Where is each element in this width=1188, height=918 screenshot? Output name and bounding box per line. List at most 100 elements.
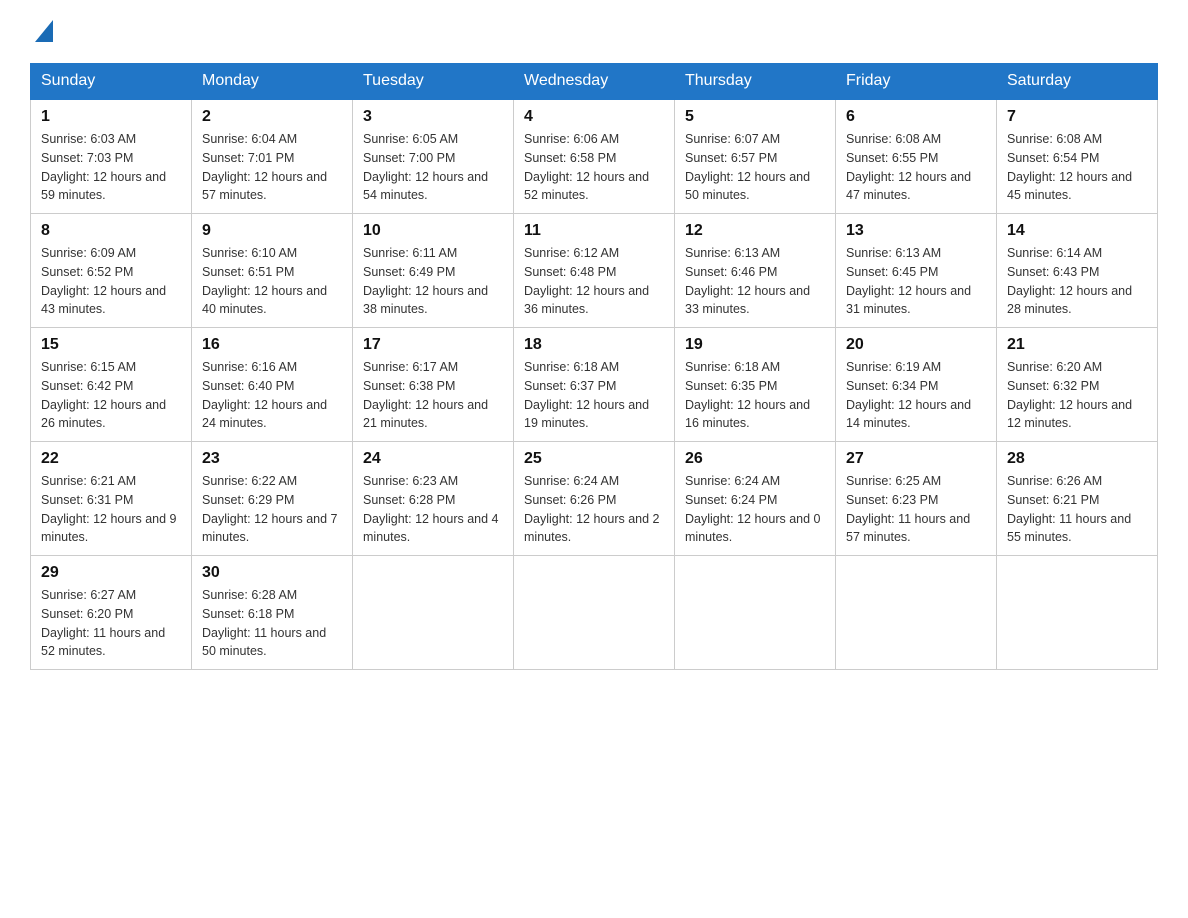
day-info: Sunrise: 6:24 AMSunset: 6:26 PMDaylight:… [524,472,664,547]
calendar-cell: 22 Sunrise: 6:21 AMSunset: 6:31 PMDayligh… [31,442,192,556]
day-number: 19 [685,336,825,354]
calendar-cell: 29 Sunrise: 6:27 AMSunset: 6:20 PMDayligh… [31,556,192,670]
day-info: Sunrise: 6:24 AMSunset: 6:24 PMDaylight:… [685,472,825,547]
day-number: 17 [363,336,503,354]
day-info: Sunrise: 6:03 AMSunset: 7:03 PMDaylight:… [41,130,181,205]
day-info: Sunrise: 6:20 AMSunset: 6:32 PMDaylight:… [1007,358,1147,433]
day-header-thursday: Thursday [675,64,836,100]
day-header-saturday: Saturday [997,64,1158,100]
day-number: 21 [1007,336,1147,354]
day-info: Sunrise: 6:26 AMSunset: 6:21 PMDaylight:… [1007,472,1147,547]
day-info: Sunrise: 6:18 AMSunset: 6:35 PMDaylight:… [685,358,825,433]
day-info: Sunrise: 6:04 AMSunset: 7:01 PMDaylight:… [202,130,342,205]
day-number: 24 [363,450,503,468]
day-number: 5 [685,108,825,126]
day-info: Sunrise: 6:06 AMSunset: 6:58 PMDaylight:… [524,130,664,205]
day-number: 4 [524,108,664,126]
day-info: Sunrise: 6:19 AMSunset: 6:34 PMDaylight:… [846,358,986,433]
calendar-cell: 9 Sunrise: 6:10 AMSunset: 6:51 PMDaylight… [192,214,353,328]
day-info: Sunrise: 6:09 AMSunset: 6:52 PMDaylight:… [41,244,181,319]
calendar-cell: 26 Sunrise: 6:24 AMSunset: 6:24 PMDayligh… [675,442,836,556]
calendar-cell: 8 Sunrise: 6:09 AMSunset: 6:52 PMDaylight… [31,214,192,328]
day-number: 3 [363,108,503,126]
day-number: 20 [846,336,986,354]
day-number: 16 [202,336,342,354]
calendar-cell: 6Sunrise: 6:08 AMSunset: 6:55 PMDaylight… [836,99,997,214]
calendar-cell: 25 Sunrise: 6:24 AMSunset: 6:26 PMDayligh… [514,442,675,556]
calendar-cell: 15 Sunrise: 6:15 AMSunset: 6:42 PMDayligh… [31,328,192,442]
calendar-cell [353,556,514,670]
day-info: Sunrise: 6:17 AMSunset: 6:38 PMDaylight:… [363,358,503,433]
calendar-cell: 21 Sunrise: 6:20 AMSunset: 6:32 PMDayligh… [997,328,1158,442]
calendar-cell: 3 Sunrise: 6:05 AMSunset: 7:00 PMDaylight… [353,99,514,214]
calendar-cell: 28 Sunrise: 6:26 AMSunset: 6:21 PMDayligh… [997,442,1158,556]
calendar-cell: 2 Sunrise: 6:04 AMSunset: 7:01 PMDaylight… [192,99,353,214]
day-number: 2 [202,108,342,126]
calendar-cell: 13 Sunrise: 6:13 AMSunset: 6:45 PMDayligh… [836,214,997,328]
day-info: Sunrise: 6:13 AMSunset: 6:45 PMDaylight:… [846,244,986,319]
logo [30,20,62,47]
day-header-row: SundayMondayTuesdayWednesdayThursdayFrid… [31,64,1158,100]
day-info: Sunrise: 6:25 AMSunset: 6:23 PMDaylight:… [846,472,986,547]
day-number: 12 [685,222,825,240]
calendar-cell [675,556,836,670]
day-number: 18 [524,336,664,354]
calendar-cell: 5 Sunrise: 6:07 AMSunset: 6:57 PMDaylight… [675,99,836,214]
calendar-cell: 4 Sunrise: 6:06 AMSunset: 6:58 PMDaylight… [514,99,675,214]
day-number: 9 [202,222,342,240]
week-row-1: 1 Sunrise: 6:03 AMSunset: 7:03 PMDaylight… [31,99,1158,214]
calendar-cell: 12 Sunrise: 6:13 AMSunset: 6:46 PMDayligh… [675,214,836,328]
week-row-2: 8 Sunrise: 6:09 AMSunset: 6:52 PMDaylight… [31,214,1158,328]
day-number: 15 [41,336,181,354]
day-number: 26 [685,450,825,468]
day-info: Sunrise: 6:18 AMSunset: 6:37 PMDaylight:… [524,358,664,433]
day-number: 14 [1007,222,1147,240]
calendar-cell: 18 Sunrise: 6:18 AMSunset: 6:37 PMDayligh… [514,328,675,442]
day-info: Sunrise: 6:05 AMSunset: 7:00 PMDaylight:… [363,130,503,205]
calendar-cell: 7Sunrise: 6:08 AMSunset: 6:54 PMDaylight… [997,99,1158,214]
calendar-cell [836,556,997,670]
day-info: Sunrise: 6:16 AMSunset: 6:40 PMDaylight:… [202,358,342,433]
day-info: Sunrise: 6:21 AMSunset: 6:31 PMDaylight:… [41,472,181,547]
calendar-cell: 27 Sunrise: 6:25 AMSunset: 6:23 PMDayligh… [836,442,997,556]
page-header [30,20,1158,47]
calendar-cell: 17 Sunrise: 6:17 AMSunset: 6:38 PMDayligh… [353,328,514,442]
day-header-tuesday: Tuesday [353,64,514,100]
day-header-monday: Monday [192,64,353,100]
day-number: 23 [202,450,342,468]
week-row-5: 29 Sunrise: 6:27 AMSunset: 6:20 PMDayligh… [31,556,1158,670]
day-number: 11 [524,222,664,240]
day-info: Sunrise: 6:07 AMSunset: 6:57 PMDaylight:… [685,130,825,205]
day-info: Sunrise: 6:15 AMSunset: 6:42 PMDaylight:… [41,358,181,433]
day-info: Sunrise: 6:11 AMSunset: 6:49 PMDaylight:… [363,244,503,319]
calendar-cell: 30Sunrise: 6:28 AMSunset: 6:18 PMDayligh… [192,556,353,670]
week-row-3: 15 Sunrise: 6:15 AMSunset: 6:42 PMDayligh… [31,328,1158,442]
day-info: Sunrise: 6:10 AMSunset: 6:51 PMDaylight:… [202,244,342,319]
day-info: Sunrise: 6:23 AMSunset: 6:28 PMDaylight:… [363,472,503,547]
calendar-cell: 20 Sunrise: 6:19 AMSunset: 6:34 PMDayligh… [836,328,997,442]
day-info: Sunrise: 6:27 AMSunset: 6:20 PMDaylight:… [41,586,181,661]
calendar-cell: 19 Sunrise: 6:18 AMSunset: 6:35 PMDayligh… [675,328,836,442]
day-info: Sunrise: 6:08 AMSunset: 6:54 PMDaylight:… [1007,130,1147,205]
day-info: Sunrise: 6:13 AMSunset: 6:46 PMDaylight:… [685,244,825,319]
week-row-4: 22 Sunrise: 6:21 AMSunset: 6:31 PMDayligh… [31,442,1158,556]
day-number: 1 [41,108,181,126]
day-info: Sunrise: 6:08 AMSunset: 6:55 PMDaylight:… [846,130,986,205]
calendar-cell: 23Sunrise: 6:22 AMSunset: 6:29 PMDayligh… [192,442,353,556]
calendar-cell: 10 Sunrise: 6:11 AMSunset: 6:49 PMDayligh… [353,214,514,328]
day-header-friday: Friday [836,64,997,100]
day-number: 13 [846,222,986,240]
calendar-cell: 16 Sunrise: 6:16 AMSunset: 6:40 PMDayligh… [192,328,353,442]
day-number: 22 [41,450,181,468]
day-number: 25 [524,450,664,468]
calendar-cell [997,556,1158,670]
day-number: 10 [363,222,503,240]
day-number: 29 [41,564,181,582]
day-number: 8 [41,222,181,240]
calendar-cell: 14 Sunrise: 6:14 AMSunset: 6:43 PMDayligh… [997,214,1158,328]
day-number: 27 [846,450,986,468]
day-number: 28 [1007,450,1147,468]
day-header-wednesday: Wednesday [514,64,675,100]
day-info: Sunrise: 6:14 AMSunset: 6:43 PMDaylight:… [1007,244,1147,319]
calendar-cell: 24 Sunrise: 6:23 AMSunset: 6:28 PMDayligh… [353,442,514,556]
